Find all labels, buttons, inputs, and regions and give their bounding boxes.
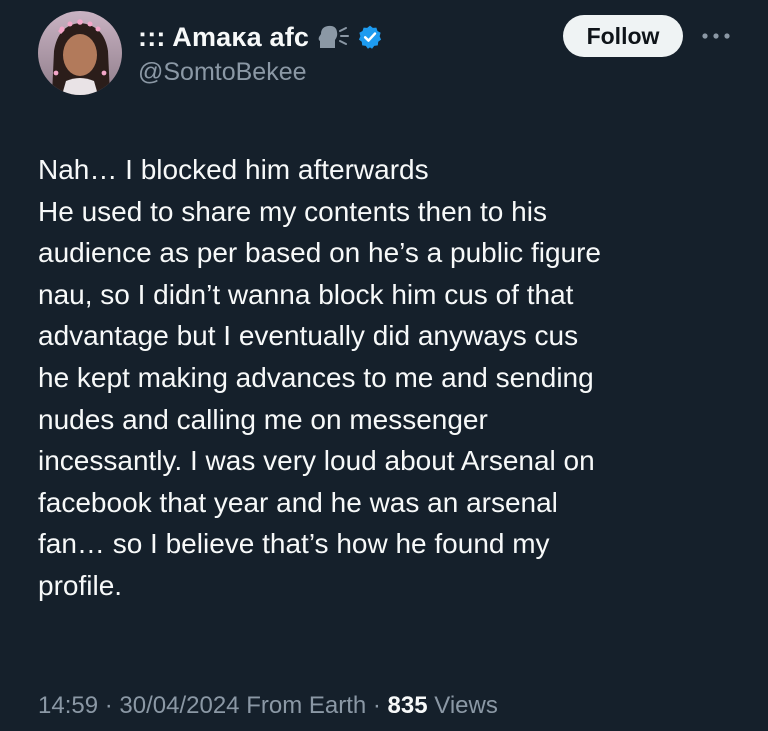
tweet-line: profile. [38,569,123,601]
tweet-meta: 14:59 · 30/04/2024 From Earth · 835 View… [38,692,498,720]
verified-badge-icon[interactable] [357,24,383,50]
tweet-line: facebook that year and he was an arsenal [38,486,558,518]
views-count[interactable]: 835 [388,692,428,719]
more-dots-icon [702,33,730,39]
meta-separator: · [366,692,388,719]
more-options-button[interactable] [696,22,736,50]
tweet-line: nudes and calling me on messenger [38,403,488,435]
tweet-date[interactable]: 30/04/2024 [119,692,239,719]
speaking-head-icon [316,24,350,50]
profile-photo [38,11,122,95]
meta-separator: · [98,692,120,719]
author-name-row[interactable]: ::: Amaĸa afc [138,20,383,54]
tweet-line: He used to share my contents then to his [38,195,547,227]
views-label[interactable]: Views [434,692,498,719]
follow-button[interactable]: Follow [563,15,683,57]
avatar[interactable] [38,11,122,95]
tweet-line: advantage but I eventually did anyways c… [38,320,579,352]
tweet-line: incessantly. I was very loud about Arsen… [38,445,595,477]
tweet-line: nau, so I didn’t wanna block him cus of … [38,278,574,310]
tweet-line: Nah… I blocked him afterwards [38,154,429,185]
tweet-location: From Earth [246,692,367,719]
tweet-text: Nah… I blocked him afterwards He used to… [38,149,738,607]
tweet-line: fan… so I believe that’s how he found my [38,528,550,560]
user-handle[interactable]: @SomtoBekee [138,58,307,87]
tweet-line: audience as per based on he’s a public f… [38,237,601,269]
tweet-time[interactable]: 14:59 [38,692,98,719]
tweet-line: he kept making advances to me and sendin… [38,361,594,393]
display-name[interactable]: ::: Amaĸa afc [138,22,309,53]
